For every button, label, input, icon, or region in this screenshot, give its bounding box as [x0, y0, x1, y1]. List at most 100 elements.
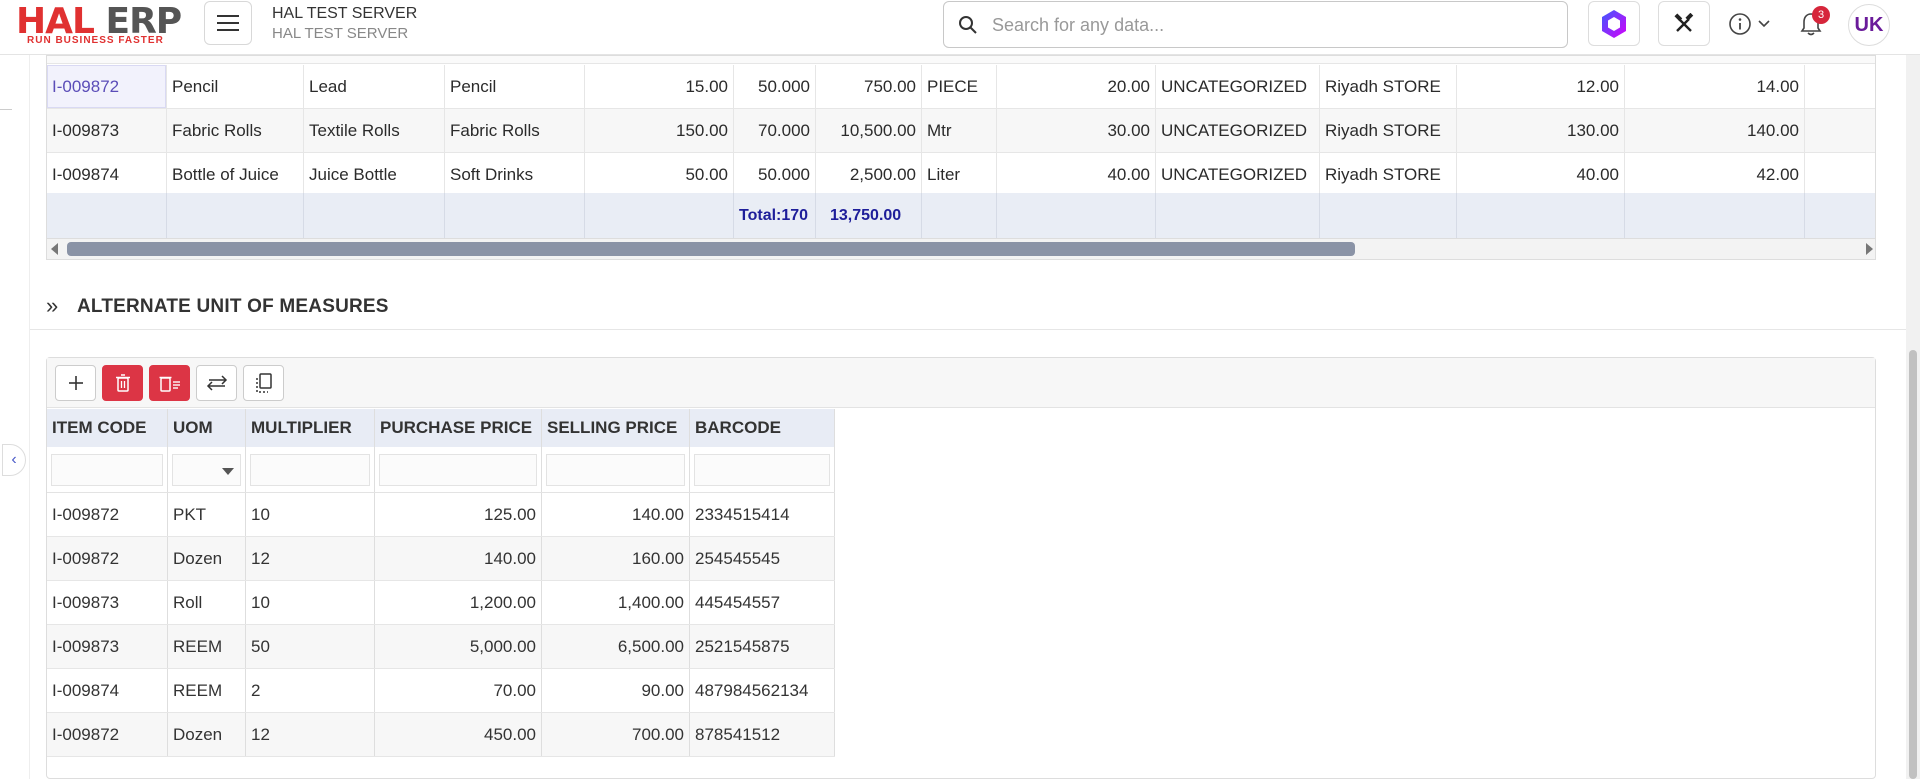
item-amount-cell[interactable]: 750.00 [816, 65, 922, 108]
barcode-cell[interactable]: 487984562134 [690, 669, 835, 712]
item-max-cell[interactable]: 14.00 [1625, 65, 1805, 108]
barcode-filter[interactable] [694, 453, 830, 486]
page-scrollbar-thumb[interactable] [1909, 350, 1917, 779]
item-rate-cell[interactable]: 50.000 [734, 153, 816, 196]
horizontal-scrollbar[interactable] [47, 239, 1875, 259]
item-store-cell[interactable]: Riyadh STORE [1320, 153, 1457, 196]
hamburger-menu-button[interactable] [204, 1, 252, 45]
purchase-price-cell[interactable]: 140.00 [375, 537, 542, 580]
item-qty-cell[interactable]: 50.00 [585, 153, 734, 196]
barcode-cell[interactable]: 878541512 [690, 713, 835, 756]
item-uom-cell[interactable]: Mtr [922, 109, 997, 152]
purchase-price-cell[interactable]: 5,000.00 [375, 625, 542, 668]
info-dropdown[interactable] [1728, 12, 1770, 36]
item-code-filter[interactable] [51, 453, 163, 486]
purchase-price-cell[interactable]: 450.00 [375, 713, 542, 756]
uom-cell[interactable]: REEM [168, 669, 246, 712]
item-store-cell[interactable]: Riyadh STORE [1320, 109, 1457, 152]
table-row[interactable]: I-009872 Pencil Lead Pencil 15.00 50.000… [47, 65, 1875, 109]
multiplier-filter[interactable] [250, 453, 370, 486]
item-max-cell[interactable]: 140.00 [1625, 109, 1805, 152]
hal-erp-logo[interactable]: HAL ERP RUN BUSINESS FASTER [16, 2, 184, 48]
table-row[interactable]: I-009874 REEM 2 70.00 90.00 487984562134 [47, 669, 835, 713]
item-rate-cell[interactable]: 70.000 [734, 109, 816, 152]
user-avatar[interactable]: UK [1848, 4, 1890, 46]
purchase-price-filter[interactable] [379, 453, 537, 486]
selling-price-cell[interactable]: 160.00 [542, 537, 690, 580]
column-header-selling-price[interactable]: SELLING PRICE [542, 409, 690, 447]
purchase-price-cell[interactable]: 1,200.00 [375, 581, 542, 624]
scroll-left-icon[interactable] [51, 243, 58, 255]
multiplier-cell[interactable]: 12 [246, 537, 375, 580]
item-min-cell[interactable]: 12.00 [1457, 65, 1625, 108]
item-name-cell[interactable]: Bottle of Juice [167, 153, 304, 196]
item-min-cell[interactable]: 40.00 [1457, 153, 1625, 196]
item-category-cell[interactable]: Pencil [445, 65, 585, 108]
table-row[interactable]: I-009873 Fabric Rolls Textile Rolls Fabr… [47, 109, 1875, 153]
column-header-barcode[interactable]: BARCODE [690, 409, 835, 447]
item-min-cell[interactable]: 130.00 [1457, 109, 1625, 152]
column-header-item-code[interactable]: ITEM CODE [47, 409, 168, 447]
global-search[interactable] [943, 1, 1568, 48]
item-code-cell[interactable]: I-009874 [47, 153, 167, 196]
selling-price-cell[interactable]: 700.00 [542, 713, 690, 756]
table-row[interactable]: I-009874 Bottle of Juice Juice Bottle So… [47, 153, 1875, 197]
uom-cell[interactable]: Roll [168, 581, 246, 624]
selling-price-cell[interactable]: 90.00 [542, 669, 690, 712]
uom-item-code-cell[interactable]: I-009873 [47, 625, 168, 668]
item-group-cell[interactable]: UNCATEGORIZED [1156, 109, 1320, 152]
item-qty-cell[interactable]: 150.00 [585, 109, 734, 152]
multiplier-cell[interactable]: 10 [246, 493, 375, 536]
item-code-cell[interactable]: I-009873 [47, 109, 167, 152]
uom-item-code-cell[interactable]: I-009874 [47, 669, 168, 712]
multiplier-cell[interactable]: 10 [246, 581, 375, 624]
table-row[interactable]: I-009872 PKT 10 125.00 140.00 2334515414 [47, 493, 835, 537]
item-reorder-cell[interactable]: 30.00 [997, 109, 1156, 152]
item-category-cell[interactable]: Soft Drinks [445, 153, 585, 196]
item-reorder-cell[interactable]: 20.00 [997, 65, 1156, 108]
item-code-cell[interactable]: I-009872 [47, 65, 167, 108]
multiplier-cell[interactable]: 2 [246, 669, 375, 712]
delete-row-button[interactable] [102, 365, 143, 401]
item-store-cell[interactable]: Riyadh STORE [1320, 65, 1457, 108]
swap-button[interactable] [196, 365, 237, 401]
scroll-right-icon[interactable] [1866, 243, 1873, 255]
horizontal-scrollbar-thumb[interactable] [67, 242, 1355, 256]
barcode-cell[interactable]: 254545545 [690, 537, 835, 580]
barcode-cell[interactable]: 2334515414 [690, 493, 835, 536]
uom-item-code-cell[interactable]: I-009873 [47, 581, 168, 624]
item-rate-cell[interactable]: 50.000 [734, 65, 816, 108]
selling-price-cell[interactable]: 6,500.00 [542, 625, 690, 668]
item-group-cell[interactable]: UNCATEGORIZED [1156, 65, 1320, 108]
uom-item-code-cell[interactable]: I-009872 [47, 713, 168, 756]
alternate-uom-section-header[interactable]: » ALTERNATE UNIT OF MEASURES [30, 282, 1906, 330]
item-amount-cell[interactable]: 10,500.00 [816, 109, 922, 152]
selling-price-filter[interactable] [546, 453, 685, 486]
tools-button[interactable] [1658, 1, 1710, 46]
selling-price-cell[interactable]: 1,400.00 [542, 581, 690, 624]
page-scrollbar[interactable] [1906, 0, 1920, 779]
delete-all-button[interactable] [149, 365, 190, 401]
item-max-cell[interactable]: 42.00 [1625, 153, 1805, 196]
uom-cell[interactable]: Dozen [168, 537, 246, 580]
barcode-cell[interactable]: 2521545875 [690, 625, 835, 668]
ai-assistant-button[interactable] [1588, 1, 1640, 46]
item-name-cell[interactable]: Pencil [167, 65, 304, 108]
add-row-button[interactable] [55, 365, 96, 401]
item-uom-cell[interactable]: Liter [922, 153, 997, 196]
copy-button[interactable] [243, 365, 284, 401]
item-uom-cell[interactable]: PIECE [922, 65, 997, 108]
selling-price-cell[interactable]: 140.00 [542, 493, 690, 536]
uom-cell[interactable]: Dozen [168, 713, 246, 756]
column-header-multiplier[interactable]: MULTIPLIER [246, 409, 375, 447]
item-name-cell[interactable]: Fabric Rolls [167, 109, 304, 152]
uom-item-code-cell[interactable]: I-009872 [47, 493, 168, 536]
uom-cell[interactable]: PKT [168, 493, 246, 536]
multiplier-cell[interactable]: 12 [246, 713, 375, 756]
item-qty-cell[interactable]: 15.00 [585, 65, 734, 108]
search-input[interactable] [992, 10, 1552, 40]
table-row[interactable]: I-009872 Dozen 12 140.00 160.00 25454554… [47, 537, 835, 581]
column-header-purchase-price[interactable]: PURCHASE PRICE [375, 409, 542, 447]
barcode-cell[interactable]: 445454557 [690, 581, 835, 624]
table-row[interactable]: I-009873 REEM 50 5,000.00 6,500.00 25215… [47, 625, 835, 669]
